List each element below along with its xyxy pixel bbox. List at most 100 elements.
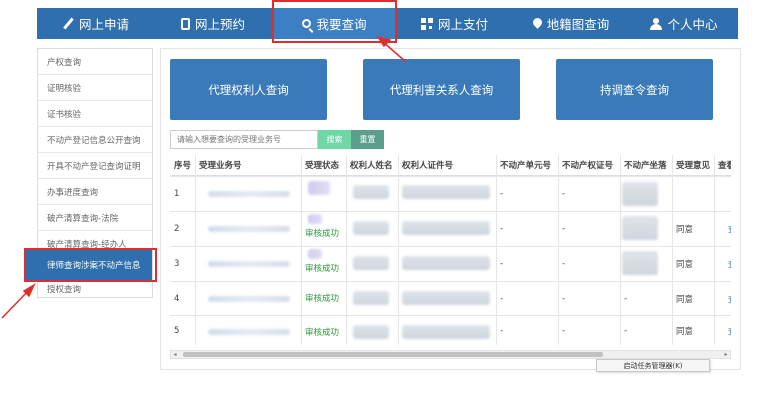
results-table: 序号 受理业务号 受理状态 权利人姓名 权利人证件号 不动产单元号 不动产权证号… (170, 155, 731, 347)
redacted-location (622, 182, 658, 206)
redacted-obligee-id (402, 325, 490, 339)
column-header-view: 查看 (714, 155, 731, 176)
sidebar-item-authorized-query[interactable]: 授权查询 (38, 280, 152, 298)
table-cell-location: - (624, 293, 628, 304)
table-cell-cert-no: - (562, 326, 566, 336)
nav-item-label: 地籍图查询 (546, 17, 610, 32)
column-header-business-no: 受理业务号 (195, 155, 301, 176)
table-cell-no: 4 (174, 293, 180, 304)
nav-item-query[interactable]: 我要查询 (272, 8, 397, 39)
nav-item-label: 个人中心 (667, 17, 718, 32)
scroll-right-arrow-icon[interactable]: ▸ (722, 351, 730, 358)
qrcode-icon (420, 17, 433, 30)
nav-item-cadastral-map[interactable]: 地籍图查询 (512, 8, 630, 39)
sidebar-item-lawyer-query[interactable]: 律师查询涉案不动产信息 (25, 250, 152, 280)
sidebar-item-label: 证明核验 (47, 83, 82, 94)
user-icon (650, 17, 663, 30)
table-cell-cert-no: - (562, 189, 566, 199)
column-header-unit-no: 不动产单元号 (496, 155, 558, 176)
sidebar-item-label: 办事进度查询 (47, 187, 99, 198)
redacted-obligee-name (353, 325, 389, 339)
sidebar-item-issue-query-proof[interactable]: 开具不动产登记查询证明 (38, 153, 152, 179)
nav-item-online-payment[interactable]: 网上支付 (397, 8, 512, 39)
button-label: 持调查令查询 (600, 82, 669, 97)
sidebar-item-label: 破产清算查询-经办人 (47, 239, 127, 250)
table-cell-unit-no: - (500, 259, 504, 269)
table-cell-status: 审核成功 (305, 228, 340, 239)
table-cell-opinion: 同意 (676, 294, 694, 305)
nav-item-online-apply[interactable]: 网上申请 (37, 8, 154, 39)
scrollbar-thumb[interactable] (183, 352, 603, 357)
menu-item-label: 启动任务管理器(K) (623, 361, 683, 370)
nav-item-online-booking[interactable]: 网上预约 (154, 8, 272, 39)
redacted-location (622, 251, 658, 275)
column-header-no: 序号 (170, 155, 195, 176)
table-cell-opinion: 同意 (676, 225, 694, 235)
redacted-obligee-id (402, 256, 490, 270)
table-cell-no: 3 (174, 259, 180, 269)
table-cell-no: 2 (174, 224, 180, 234)
redacted-obligee-id (402, 185, 490, 199)
nav-item-label: 我要查询 (316, 17, 367, 32)
table-cell-opinion: 同意 (676, 327, 694, 337)
button-label: 代理权利人查询 (208, 82, 289, 97)
table-cell-unit-no: - (500, 189, 504, 199)
table-cell-unit-no: - (500, 293, 504, 304)
search-input[interactable] (170, 130, 318, 149)
redacted-obligee-name (353, 221, 389, 235)
sidebar-item-cert-book-verify[interactable]: 证书核验 (38, 101, 152, 127)
nav-item-label: 网上支付 (437, 17, 488, 32)
redacted-business-no (208, 261, 290, 267)
view-link[interactable]: 查 (724, 316, 731, 346)
redacted-obligee-name (353, 291, 389, 305)
table-cell-no: 5 (174, 326, 180, 336)
column-header-opinion: 受理意见 (672, 155, 714, 176)
scroll-left-arrow-icon[interactable]: ◂ (171, 351, 179, 358)
top-navigation: 网上申请 网上预约 我要查询 网上支付 地籍图查询 个人中心 (37, 8, 738, 39)
view-link[interactable]: 查 (724, 212, 731, 246)
search-icon (302, 19, 312, 28)
redacted-obligee-name (353, 185, 389, 199)
table-cell-cert-no: - (562, 259, 566, 269)
pencil-icon (62, 18, 74, 30)
sidebar-item-public-info-query[interactable]: 不动产登记信息公开查询 (38, 127, 152, 153)
column-header-location: 不动产坐落 (620, 155, 672, 176)
redacted-obligee-id (402, 291, 490, 305)
table-cell-status: 审核成功 (305, 294, 340, 304)
table-cell-location: - (624, 326, 628, 336)
map-pin-icon (530, 16, 544, 29)
agent-obligee-query-button[interactable]: 代理权利人查询 (170, 59, 327, 120)
agent-interested-party-query-button[interactable]: 代理利害关系人查询 (363, 59, 520, 120)
table-cell-opinion: 同意 (676, 260, 694, 270)
sidebar-item-property-query[interactable]: 产权查询 (38, 49, 152, 75)
redacted-business-no (208, 296, 290, 302)
reset-button[interactable]: 重置 (351, 130, 384, 149)
column-header-obligee-id: 权利人证件号 (398, 155, 496, 176)
button-label: 代理利害关系人查询 (389, 82, 494, 97)
nav-item-label: 网上预约 (194, 17, 245, 32)
sidebar-item-label: 产权查询 (47, 57, 82, 68)
sidebar-item-certificate-verify[interactable]: 证明核验 (38, 75, 152, 101)
nav-item-personal-center[interactable]: 个人中心 (630, 8, 738, 39)
table-horizontal-scrollbar[interactable]: ◂ ▸ (170, 350, 731, 359)
redacted-business-no (208, 191, 290, 197)
column-header-cert-no: 不动产权证号 (558, 155, 620, 176)
sidebar-item-label: 破产清算查询-法院 (47, 213, 119, 224)
table-cell-cert-no: - (562, 293, 566, 304)
button-label: 搜索 (326, 135, 343, 144)
redacted-business-no (208, 226, 290, 232)
table-cell-status: 审核成功 (305, 263, 340, 274)
search-button[interactable]: 搜索 (318, 130, 351, 149)
redacted-obligee-name (353, 256, 389, 270)
sidebar-item-bankruptcy-court[interactable]: 破产清算查询-法院 (38, 205, 152, 231)
redacted-status (308, 181, 330, 195)
sidebar-item-label: 授权查询 (47, 285, 82, 295)
task-manager-menu-item[interactable]: 启动任务管理器(K) (596, 359, 710, 372)
investigation-order-query-button[interactable]: 持调查令查询 (556, 59, 713, 120)
view-link[interactable]: 查 (724, 282, 731, 315)
table-cell-status: 审核成功 (305, 327, 340, 338)
redacted-location (622, 216, 658, 240)
sidebar-item-progress-query[interactable]: 办事进度查询 (38, 179, 152, 205)
phone-icon (180, 17, 190, 30)
view-link[interactable]: 查 (724, 247, 731, 281)
